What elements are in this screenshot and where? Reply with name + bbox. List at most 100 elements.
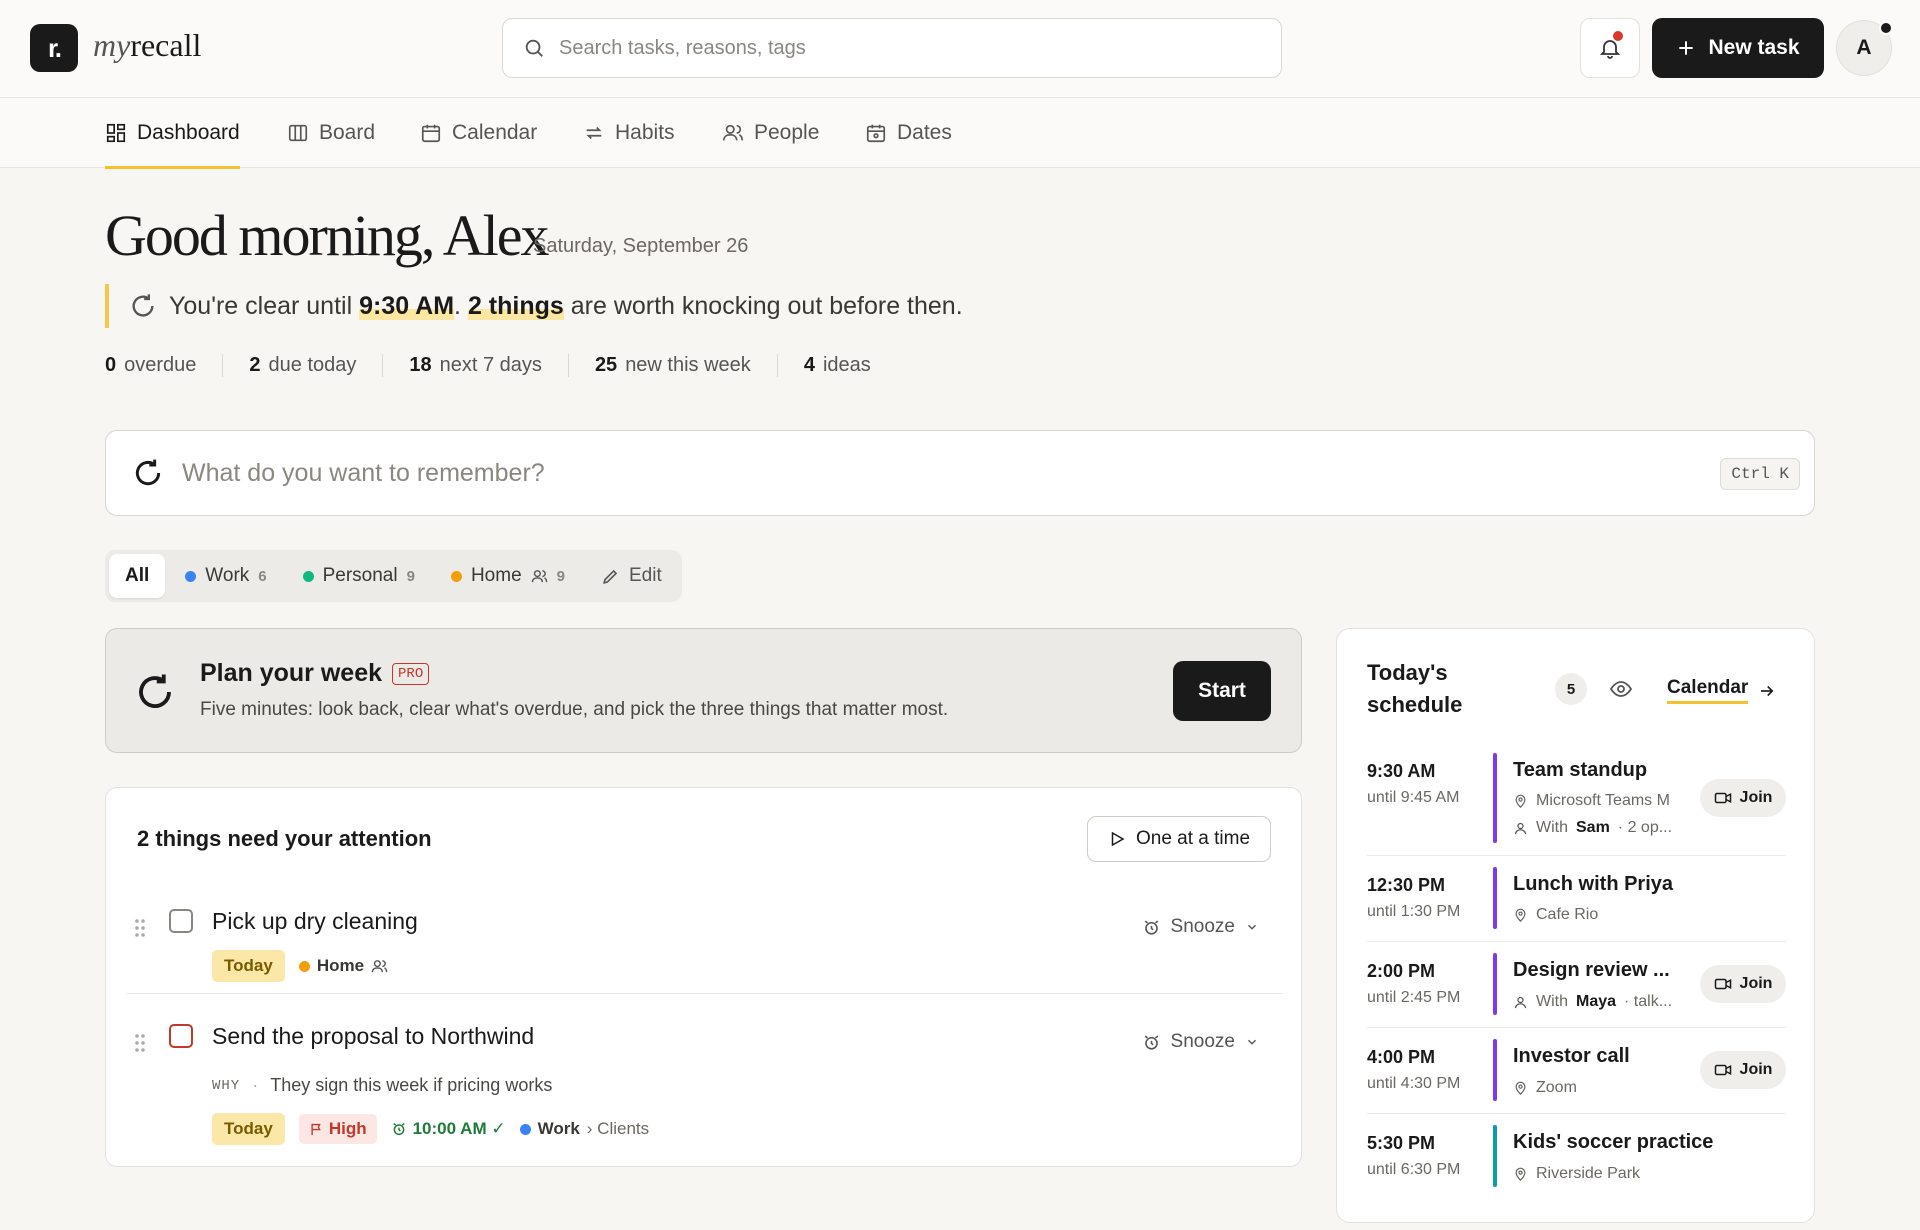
list-tag[interactable]: Work › Clients: [519, 1119, 650, 1139]
stat-overdue[interactable]: 0 overdue: [105, 354, 222, 377]
event-location-label: Riverside Park: [1536, 1165, 1641, 1182]
calendar-icon: [420, 122, 442, 144]
snooze-label: Snooze: [1170, 916, 1235, 937]
work-dot: [519, 1123, 531, 1135]
app-name-bold: recall: [130, 27, 202, 63]
notifications-button[interactable]: [1580, 18, 1640, 78]
nav-dates[interactable]: Dates: [865, 98, 952, 168]
dates-icon: [865, 122, 887, 144]
filter-work[interactable]: Work 6: [169, 554, 282, 598]
greeting-title: Good morning, Alex: [105, 203, 549, 268]
schedule-event[interactable]: 5:30 PM until 6:30 PM Kids' soccer pract…: [1367, 1125, 1786, 1189]
nav-calendar[interactable]: Calendar: [420, 98, 537, 168]
snooze-button[interactable]: Snooze: [1142, 916, 1259, 938]
nav-habits[interactable]: Habits: [583, 98, 675, 168]
task-name[interactable]: Pick up dry cleaning: [212, 908, 418, 935]
event-name: Team standup: [1513, 759, 1648, 781]
flag-icon: [309, 1122, 324, 1137]
stat-due-today[interactable]: 2 due today: [222, 354, 382, 377]
app-logo[interactable]: r.: [30, 24, 78, 72]
capture-input[interactable]: [182, 458, 1632, 488]
event-color-bar: [1493, 953, 1497, 1015]
filter-all[interactable]: All: [109, 554, 166, 598]
event-attendees: With Maya · talk...: [1513, 993, 1683, 1011]
sublist-label: › Clients: [586, 1119, 650, 1138]
list-tag[interactable]: Home: [298, 956, 388, 976]
clear-count[interactable]: 2 things: [467, 291, 564, 320]
user-avatar[interactable]: A: [1836, 20, 1893, 76]
join-button[interactable]: Join: [1700, 1051, 1786, 1089]
filter-home[interactable]: Home 9: [435, 554, 581, 598]
join-label: Join: [1739, 789, 1773, 806]
filter-count: 9: [406, 567, 415, 585]
video-icon: [1714, 978, 1731, 990]
task-checkbox[interactable]: [169, 909, 193, 933]
eye-icon[interactable]: [1609, 677, 1633, 701]
reminder-time[interactable]: 10:00 AM ✓: [391, 1119, 506, 1139]
calendar-link[interactable]: Calendar: [1667, 677, 1776, 704]
clear-text: You're clear until 9:30 AM. 2 things are…: [169, 291, 963, 321]
join-label: Join: [1739, 975, 1773, 992]
nav-board[interactable]: Board: [287, 98, 375, 168]
stat-label: new this week: [625, 354, 751, 376]
event-end: until 9:45 AM: [1367, 789, 1460, 806]
drag-handle-icon[interactable]: [134, 918, 146, 938]
search-bar[interactable]: [502, 18, 1282, 78]
event-end: until 6:30 PM: [1367, 1161, 1461, 1178]
main-nav: Dashboard Board Calendar Habits People D…: [0, 98, 1920, 169]
drag-handle-icon[interactable]: [134, 1033, 146, 1053]
quick-capture[interactable]: Ctrl K: [105, 430, 1815, 516]
stat-value: 0: [105, 354, 117, 376]
event-name: Investor call: [1513, 1045, 1630, 1067]
event-start: 12:30 PM: [1367, 875, 1446, 895]
plan-week-card: Plan your week PRO Five minutes: look ba…: [105, 628, 1302, 753]
nav-dashboard[interactable]: Dashboard: [105, 98, 240, 169]
nav-people[interactable]: People: [722, 98, 819, 168]
join-button[interactable]: Join: [1700, 779, 1786, 817]
schedule-event[interactable]: 4:00 PM until 4:30 PM Investor call Zoom…: [1367, 1039, 1786, 1103]
schedule-title: Today's schedule: [1367, 660, 1463, 717]
person-icon: [1514, 996, 1527, 1008]
snooze-button[interactable]: Snooze: [1142, 1031, 1259, 1053]
schedule-event[interactable]: 2:00 PM until 2:45 PM Design review ... …: [1367, 953, 1786, 1017]
stat-label: next 7 days: [439, 354, 542, 376]
stat-ideas[interactable]: 4 ideas: [776, 354, 897, 377]
filter-count: 6: [258, 567, 267, 585]
event-name: Lunch with Priya: [1513, 873, 1674, 895]
list-filter-tabs: All Work 6 Personal 9 Home 9 Edit: [105, 550, 682, 602]
task-name[interactable]: Send the proposal to Northwind: [212, 1023, 534, 1050]
filter-label: Work: [205, 565, 250, 586]
search-input[interactable]: [559, 36, 1239, 60]
new-task-button[interactable]: New task: [1652, 18, 1824, 78]
search-icon: [523, 37, 545, 59]
clear-suffix: are worth knocking out before then.: [570, 291, 963, 320]
priority-label: High: [328, 1119, 367, 1138]
task-checkbox[interactable]: [169, 1024, 193, 1048]
schedule-event[interactable]: 12:30 PM until 1:30 PM Lunch with Priya …: [1367, 867, 1786, 931]
plan-start-button[interactable]: Start: [1173, 661, 1271, 721]
schedule-event[interactable]: 9:30 AM until 9:45 AM Team standup Micro…: [1367, 753, 1786, 845]
event-location: Microsoft Teams M: [1513, 792, 1683, 810]
join-button[interactable]: Join: [1700, 965, 1786, 1003]
priority-badge[interactable]: High: [298, 1114, 377, 1144]
event-location-label: Zoom: [1536, 1079, 1577, 1096]
clear-time: 9:30 AM: [359, 291, 455, 320]
filter-edit[interactable]: Edit: [585, 554, 678, 598]
event-location: Cafe Rio: [1513, 906, 1598, 924]
one-at-a-time-label: One at a time: [1135, 828, 1251, 849]
filter-personal[interactable]: Personal 9: [287, 554, 431, 598]
stat-next-7-days[interactable]: 18 next 7 days: [382, 354, 568, 377]
todays-schedule: Today's schedule 5 Calendar 9:30 AM unti…: [1336, 628, 1815, 1223]
event-divider: [1367, 941, 1786, 942]
event-start: 9:30 AM: [1367, 761, 1436, 781]
chevron-down-icon: [1245, 920, 1259, 934]
one-at-a-time-button[interactable]: One at a time: [1087, 816, 1271, 862]
event-start: 5:30 PM: [1367, 1133, 1436, 1153]
stat-new-this-week[interactable]: 25 new this week: [567, 354, 777, 377]
stat-value: 2: [249, 354, 261, 376]
event-location-label: Microsoft Teams M: [1536, 792, 1670, 809]
stat-label: due today: [268, 354, 357, 376]
notification-badge: [1613, 31, 1623, 41]
alarm-icon: [391, 1121, 407, 1137]
event-divider: [1367, 855, 1786, 856]
